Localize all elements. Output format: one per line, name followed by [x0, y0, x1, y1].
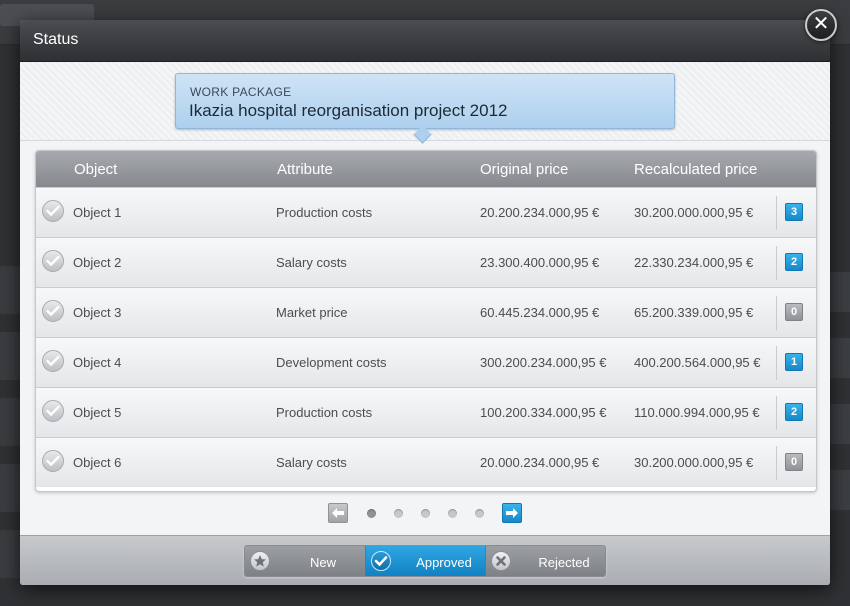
- cell-attribute: Development costs: [276, 355, 387, 370]
- table-row[interactable]: Object 4 Development costs 300.200.234.000…: [36, 337, 816, 387]
- cell-divider: [776, 246, 777, 280]
- status-modal: Status WORK PACKAGE Ikazia hospital reor…: [20, 20, 830, 585]
- page-dot[interactable]: [448, 509, 457, 518]
- cell-divider: [776, 446, 777, 480]
- page-dot[interactable]: [475, 509, 484, 518]
- status-check-icon[interactable]: [42, 300, 64, 322]
- cell-object: Object 3: [73, 305, 122, 320]
- work-package-name: Ikazia hospital reorganisation project 2…: [189, 101, 508, 120]
- count-badge[interactable]: 0: [785, 453, 803, 471]
- table-row[interactable]: Object 3 Market price 60.445.234.000,95 € 6…: [36, 287, 816, 337]
- cell-recalculated-price: 30.200.000.000,95 €: [634, 205, 754, 220]
- status-check-icon[interactable]: [42, 200, 64, 222]
- modal-header: Status: [20, 20, 830, 62]
- x-icon: [491, 551, 511, 571]
- cell-object: Object 4: [73, 355, 122, 370]
- cell-recalculated-price: 65.200.339.000,95 €: [634, 305, 754, 320]
- cell-attribute: Production costs: [276, 405, 373, 420]
- close-icon: ✕: [812, 13, 830, 35]
- cell-divider: [776, 346, 777, 380]
- status-filter: New Approved Rejected: [244, 545, 606, 577]
- background-row: [828, 470, 850, 510]
- work-package-area: WORK PACKAGE Ikazia hospital reorganisat…: [20, 62, 830, 144]
- cell-object: Object 5: [73, 405, 122, 420]
- cell-original-price: 300.200.234.000,95 €: [480, 355, 607, 370]
- background-row: [0, 266, 20, 314]
- page-dot[interactable]: [394, 509, 403, 518]
- cell-original-price: 20.200.234.000,95 €: [480, 205, 600, 220]
- status-rejected-button[interactable]: Rejected: [485, 546, 605, 576]
- cell-original-price: 20.000.234.000,95 €: [480, 455, 600, 470]
- background-row: [0, 398, 20, 446]
- status-approved-label: Approved: [416, 555, 472, 570]
- cell-attribute: Salary costs: [276, 255, 347, 270]
- callout-pointer: [413, 125, 432, 144]
- status-approved-button[interactable]: Approved: [365, 546, 485, 576]
- cell-recalculated-price: 22.330.234.000,95 €: [634, 255, 754, 270]
- column-header-attribute[interactable]: Attribute: [277, 161, 333, 178]
- modal-footer: New Approved Rejected: [20, 535, 830, 585]
- background-row: [828, 272, 850, 312]
- table-row[interactable]: Object 5 Production costs 100.200.334.000,…: [36, 387, 816, 437]
- cell-recalculated-price: 110.000.994.000,95 €: [634, 405, 760, 420]
- table-row[interactable]: Object 1 Production costs 20.200.234.000,9…: [36, 187, 816, 237]
- work-package-label: WORK PACKAGE: [190, 85, 292, 99]
- page-dot[interactable]: [421, 509, 430, 518]
- cell-divider: [776, 396, 777, 430]
- count-badge[interactable]: 3: [785, 203, 803, 221]
- table-row[interactable]: Object 2 Salary costs 23.300.400.000,95 € 2…: [36, 237, 816, 287]
- status-new-label: New: [309, 555, 336, 570]
- page-dot[interactable]: [367, 509, 376, 518]
- count-badge[interactable]: 1: [785, 353, 803, 371]
- work-package-callout: WORK PACKAGE Ikazia hospital reorganisat…: [175, 73, 675, 144]
- arrow-left-icon: [332, 508, 344, 518]
- cell-original-price: 60.445.234.000,95 €: [480, 305, 600, 320]
- star-icon: [250, 551, 270, 571]
- cell-attribute: Production costs: [276, 205, 373, 220]
- cell-divider: [776, 296, 777, 330]
- background-row: [0, 530, 20, 578]
- table-row[interactable]: Object 6 Salary costs 20.000.234.000,95 € 3…: [36, 437, 816, 487]
- cell-attribute: Salary costs: [276, 455, 347, 470]
- background-row: [0, 464, 20, 512]
- background-row: [0, 332, 20, 380]
- check-icon: [371, 551, 391, 571]
- cell-divider: [776, 196, 777, 230]
- count-badge[interactable]: 2: [785, 253, 803, 271]
- cell-original-price: 23.300.400.000,95 €: [480, 255, 600, 270]
- next-page-button[interactable]: [502, 503, 522, 523]
- arrow-right-icon: [506, 508, 518, 518]
- status-check-icon[interactable]: [42, 350, 64, 372]
- objects-table: Object Attribute Original price Recalcul…: [35, 150, 817, 492]
- cell-object: Object 2: [73, 255, 122, 270]
- pagination: [20, 503, 830, 525]
- column-header-original-price[interactable]: Original price: [480, 161, 568, 178]
- background-row: [828, 338, 850, 378]
- prev-page-button[interactable]: [328, 503, 348, 523]
- count-badge[interactable]: 0: [785, 303, 803, 321]
- status-new-button[interactable]: New: [245, 546, 365, 576]
- status-check-icon[interactable]: [42, 450, 64, 472]
- table-header: Object Attribute Original price Recalcul…: [36, 151, 816, 187]
- cell-recalculated-price: 30.200.000.000,95 €: [634, 455, 754, 470]
- count-badge[interactable]: 2: [785, 403, 803, 421]
- cell-original-price: 100.200.334.000,95 €: [480, 405, 607, 420]
- column-header-recalculated-price[interactable]: Recalculated price: [634, 161, 757, 178]
- cell-object: Object 6: [73, 455, 122, 470]
- cell-attribute: Market price: [276, 305, 348, 320]
- modal-title: Status: [33, 31, 79, 48]
- cell-recalculated-price: 400.200.564.000,95 €: [634, 355, 761, 370]
- cell-object: Object 1: [73, 205, 122, 220]
- close-button[interactable]: ✕: [805, 9, 837, 41]
- status-check-icon[interactable]: [42, 250, 64, 272]
- status-check-icon[interactable]: [42, 400, 64, 422]
- column-header-object[interactable]: Object: [74, 161, 117, 178]
- status-rejected-label: Rejected: [538, 555, 590, 570]
- background-row: [828, 404, 850, 444]
